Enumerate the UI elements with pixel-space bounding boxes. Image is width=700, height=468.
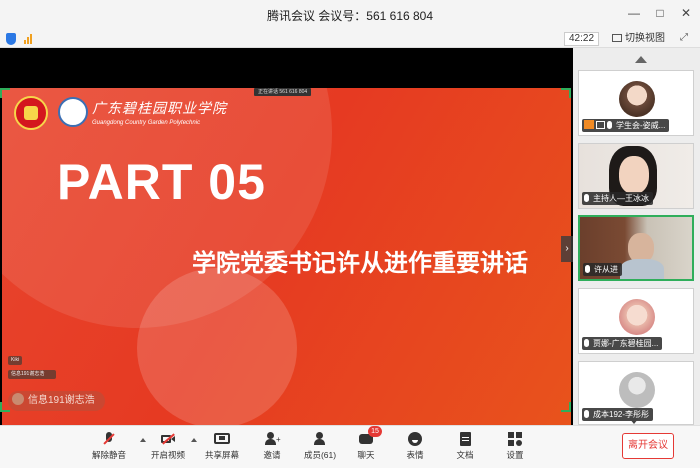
participant-nameplate: 学生会-姿威... bbox=[582, 119, 670, 132]
video-off-icon bbox=[160, 432, 176, 446]
slide-part-number: PART 05 bbox=[57, 154, 266, 210]
leave-meeting-button[interactable]: 离开会议 bbox=[622, 433, 674, 459]
school-name: 广东碧桂园职业学院 Guangdong Country Garden Polyt… bbox=[92, 98, 227, 126]
switch-view-button[interactable]: 切换视图 bbox=[612, 32, 665, 46]
shield-icon[interactable] bbox=[6, 33, 16, 45]
chat-unread-badge: 15 bbox=[368, 426, 382, 437]
mic-icon bbox=[584, 410, 589, 418]
youth-league-logo bbox=[14, 96, 48, 130]
speaker-tag: Kiki bbox=[8, 356, 23, 365]
participant-tile[interactable]: 主持人—王冰冰 bbox=[578, 143, 694, 209]
reactions-label: 表情 bbox=[406, 450, 424, 460]
focus-corner bbox=[561, 88, 571, 98]
mic-icon bbox=[584, 339, 589, 347]
chat-label: 聊天 bbox=[357, 450, 375, 460]
participant-nameplate: 主持人—王冰冰 bbox=[582, 192, 653, 205]
speaker-tag: 信息191谢志浩 bbox=[8, 370, 56, 379]
members-icon bbox=[312, 432, 328, 446]
participant-name: 成本192-李彤彤 bbox=[593, 410, 650, 419]
window-controls: — □ ✕ bbox=[626, 6, 694, 20]
participant-tile[interactable]: 学生会-姿威... bbox=[578, 70, 694, 136]
meeting-timer: 42:22 bbox=[564, 32, 600, 46]
invite-button[interactable]: + 邀请 bbox=[247, 432, 297, 461]
participant-nameplate: 许从进 bbox=[583, 263, 622, 276]
focus-corner bbox=[0, 88, 10, 98]
documents-button[interactable]: 文档 bbox=[440, 432, 490, 461]
window-titlebar: 腾讯会议 会议号：561 616 804 — □ ✕ bbox=[0, 0, 700, 30]
participant-avatar bbox=[619, 299, 655, 335]
grid-view-icon bbox=[612, 34, 622, 42]
close-button[interactable]: ✕ bbox=[678, 6, 694, 20]
invite-label: 邀请 bbox=[263, 450, 281, 460]
start-video-button[interactable]: 开启视频 bbox=[143, 432, 193, 461]
share-screen-icon bbox=[214, 432, 230, 446]
minimize-button[interactable]: — bbox=[626, 6, 642, 20]
unmute-button[interactable]: 解除静音 bbox=[84, 432, 134, 461]
mic-muted-icon bbox=[101, 432, 117, 446]
decor-circle bbox=[137, 268, 297, 428]
participant-tile[interactable]: 贾娜-广东碧桂园... bbox=[578, 288, 694, 354]
participant-avatar bbox=[619, 81, 655, 117]
document-icon bbox=[457, 432, 473, 446]
settings-icon bbox=[507, 432, 523, 446]
invite-icon: + bbox=[264, 432, 281, 446]
focus-corner bbox=[561, 402, 571, 412]
window-title: 腾讯会议 会议号：561 616 804 bbox=[266, 8, 434, 23]
mic-icon bbox=[584, 194, 589, 202]
documents-label: 文档 bbox=[456, 450, 474, 460]
participant-name: 许从进 bbox=[594, 265, 618, 274]
start-video-label: 开启视频 bbox=[150, 450, 185, 460]
chat-icon: 15 bbox=[358, 426, 382, 446]
switch-view-label: 切换视图 bbox=[625, 33, 665, 44]
share-screen-button[interactable]: 共享屏幕 bbox=[197, 432, 247, 461]
meeting-infobar: 42:22 切换视图 ⤢ bbox=[0, 30, 700, 48]
participant-name: 学生会-姿威... bbox=[616, 121, 666, 130]
screen-icon bbox=[596, 121, 605, 129]
mic-icon bbox=[585, 265, 590, 273]
maximize-button[interactable]: □ bbox=[652, 6, 668, 20]
school-logo bbox=[58, 97, 88, 127]
active-speaker-indicator: 信息191谢志浩 bbox=[8, 391, 105, 411]
default-avatar-icon bbox=[619, 372, 655, 408]
participant-panel: 学生会-姿威... 主持人—王冰冰 许从进 贾娜-广东碧桂园... 成本192-… bbox=[573, 48, 700, 425]
participant-nameplate: 成本192-李彤彤 bbox=[582, 408, 654, 421]
scroll-up-icon[interactable] bbox=[635, 56, 647, 63]
share-screen-label: 共享屏幕 bbox=[204, 450, 239, 460]
mic-icon bbox=[607, 121, 612, 129]
members-button[interactable]: 成员(61) bbox=[295, 432, 345, 461]
participant-nameplate: 贾娜-广东碧桂园... bbox=[582, 337, 663, 350]
next-page-button[interactable]: › bbox=[561, 236, 573, 262]
settings-label: 设置 bbox=[506, 450, 524, 460]
slide-headline: 学院党委书记许从进作重要讲话 bbox=[192, 250, 528, 277]
host-icon bbox=[584, 120, 594, 129]
school-name-en: Guangdong Country Garden Polytechnic bbox=[92, 120, 201, 126]
participant-tile-active[interactable]: 许从进 bbox=[578, 215, 694, 281]
shared-screen-area: 广东碧桂园职业学院 Guangdong Country Garden Polyt… bbox=[0, 48, 573, 456]
speaker-tags: Kiki 信息191谢志浩 bbox=[8, 348, 56, 384]
settings-button[interactable]: 设置 bbox=[490, 432, 540, 461]
participant-name: 主持人—王冰冰 bbox=[593, 194, 649, 203]
scroll-down-icon[interactable] bbox=[629, 418, 639, 424]
unmute-label: 解除静音 bbox=[91, 450, 126, 460]
school-name-cn: 广东碧桂园职业学院 bbox=[92, 101, 227, 117]
reactions-button[interactable]: 表情 bbox=[390, 432, 440, 461]
participant-name: 贾娜-广东碧桂园... bbox=[593, 339, 659, 348]
sharing-indicator: 正在讲话 561 616 804 bbox=[254, 88, 312, 96]
fullscreen-icon[interactable]: ⤢ bbox=[680, 32, 688, 43]
meeting-toolbar: 解除静音 开启视频 共享屏幕 + 邀请 成员(61) 15 聊天 表情 文档 设… bbox=[0, 425, 700, 468]
speaker-mic-icon bbox=[12, 393, 24, 405]
chat-button[interactable]: 15 聊天 bbox=[341, 426, 391, 461]
signal-icon[interactable] bbox=[24, 33, 32, 44]
members-label: 成员(61) bbox=[303, 450, 337, 460]
participant-tile[interactable]: 成本192-李彤彤 bbox=[578, 361, 694, 425]
active-speaker-name: 信息191谢志浩 bbox=[28, 395, 95, 406]
emoji-icon bbox=[407, 432, 423, 446]
